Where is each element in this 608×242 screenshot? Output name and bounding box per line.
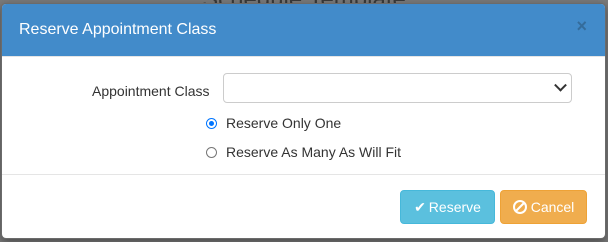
- modal-title: Reserve Appointment Class: [19, 21, 217, 38]
- radio-label-reserve-only-one: Reserve Only One: [226, 115, 342, 131]
- radio-label-reserve-as-many: Reserve As Many As Will Fit: [226, 144, 402, 160]
- reserve-appointment-modal: Reserve Appointment Class × Appointment …: [1, 3, 606, 239]
- modal-footer: ✔ Reserve Cancel: [2, 175, 605, 238]
- cancel-button[interactable]: Cancel: [500, 190, 587, 224]
- check-icon: ✔: [414, 199, 426, 215]
- radio-button-unchecked[interactable]: [206, 146, 217, 158]
- modal-body: Appointment Class Reserve Only One Reser…: [2, 57, 605, 175]
- radio-reserve-as-many[interactable]: Reserve As Many As Will Fit: [206, 144, 401, 160]
- appointment-class-label: Appointment Class: [92, 83, 210, 99]
- close-icon[interactable]: ×: [576, 16, 587, 36]
- reserve-button-label: Reserve: [428, 199, 481, 215]
- appointment-class-select[interactable]: [223, 73, 572, 103]
- radio-reserve-only-one[interactable]: Reserve Only One: [206, 115, 341, 131]
- chevron-down-icon: [554, 78, 567, 92]
- cancel-button-label: Cancel: [530, 199, 575, 215]
- reserve-button[interactable]: ✔ Reserve: [400, 190, 495, 224]
- ban-icon: [512, 200, 527, 214]
- modal-header: Reserve Appointment Class ×: [2, 4, 605, 57]
- radio-button-checked[interactable]: [206, 117, 217, 129]
